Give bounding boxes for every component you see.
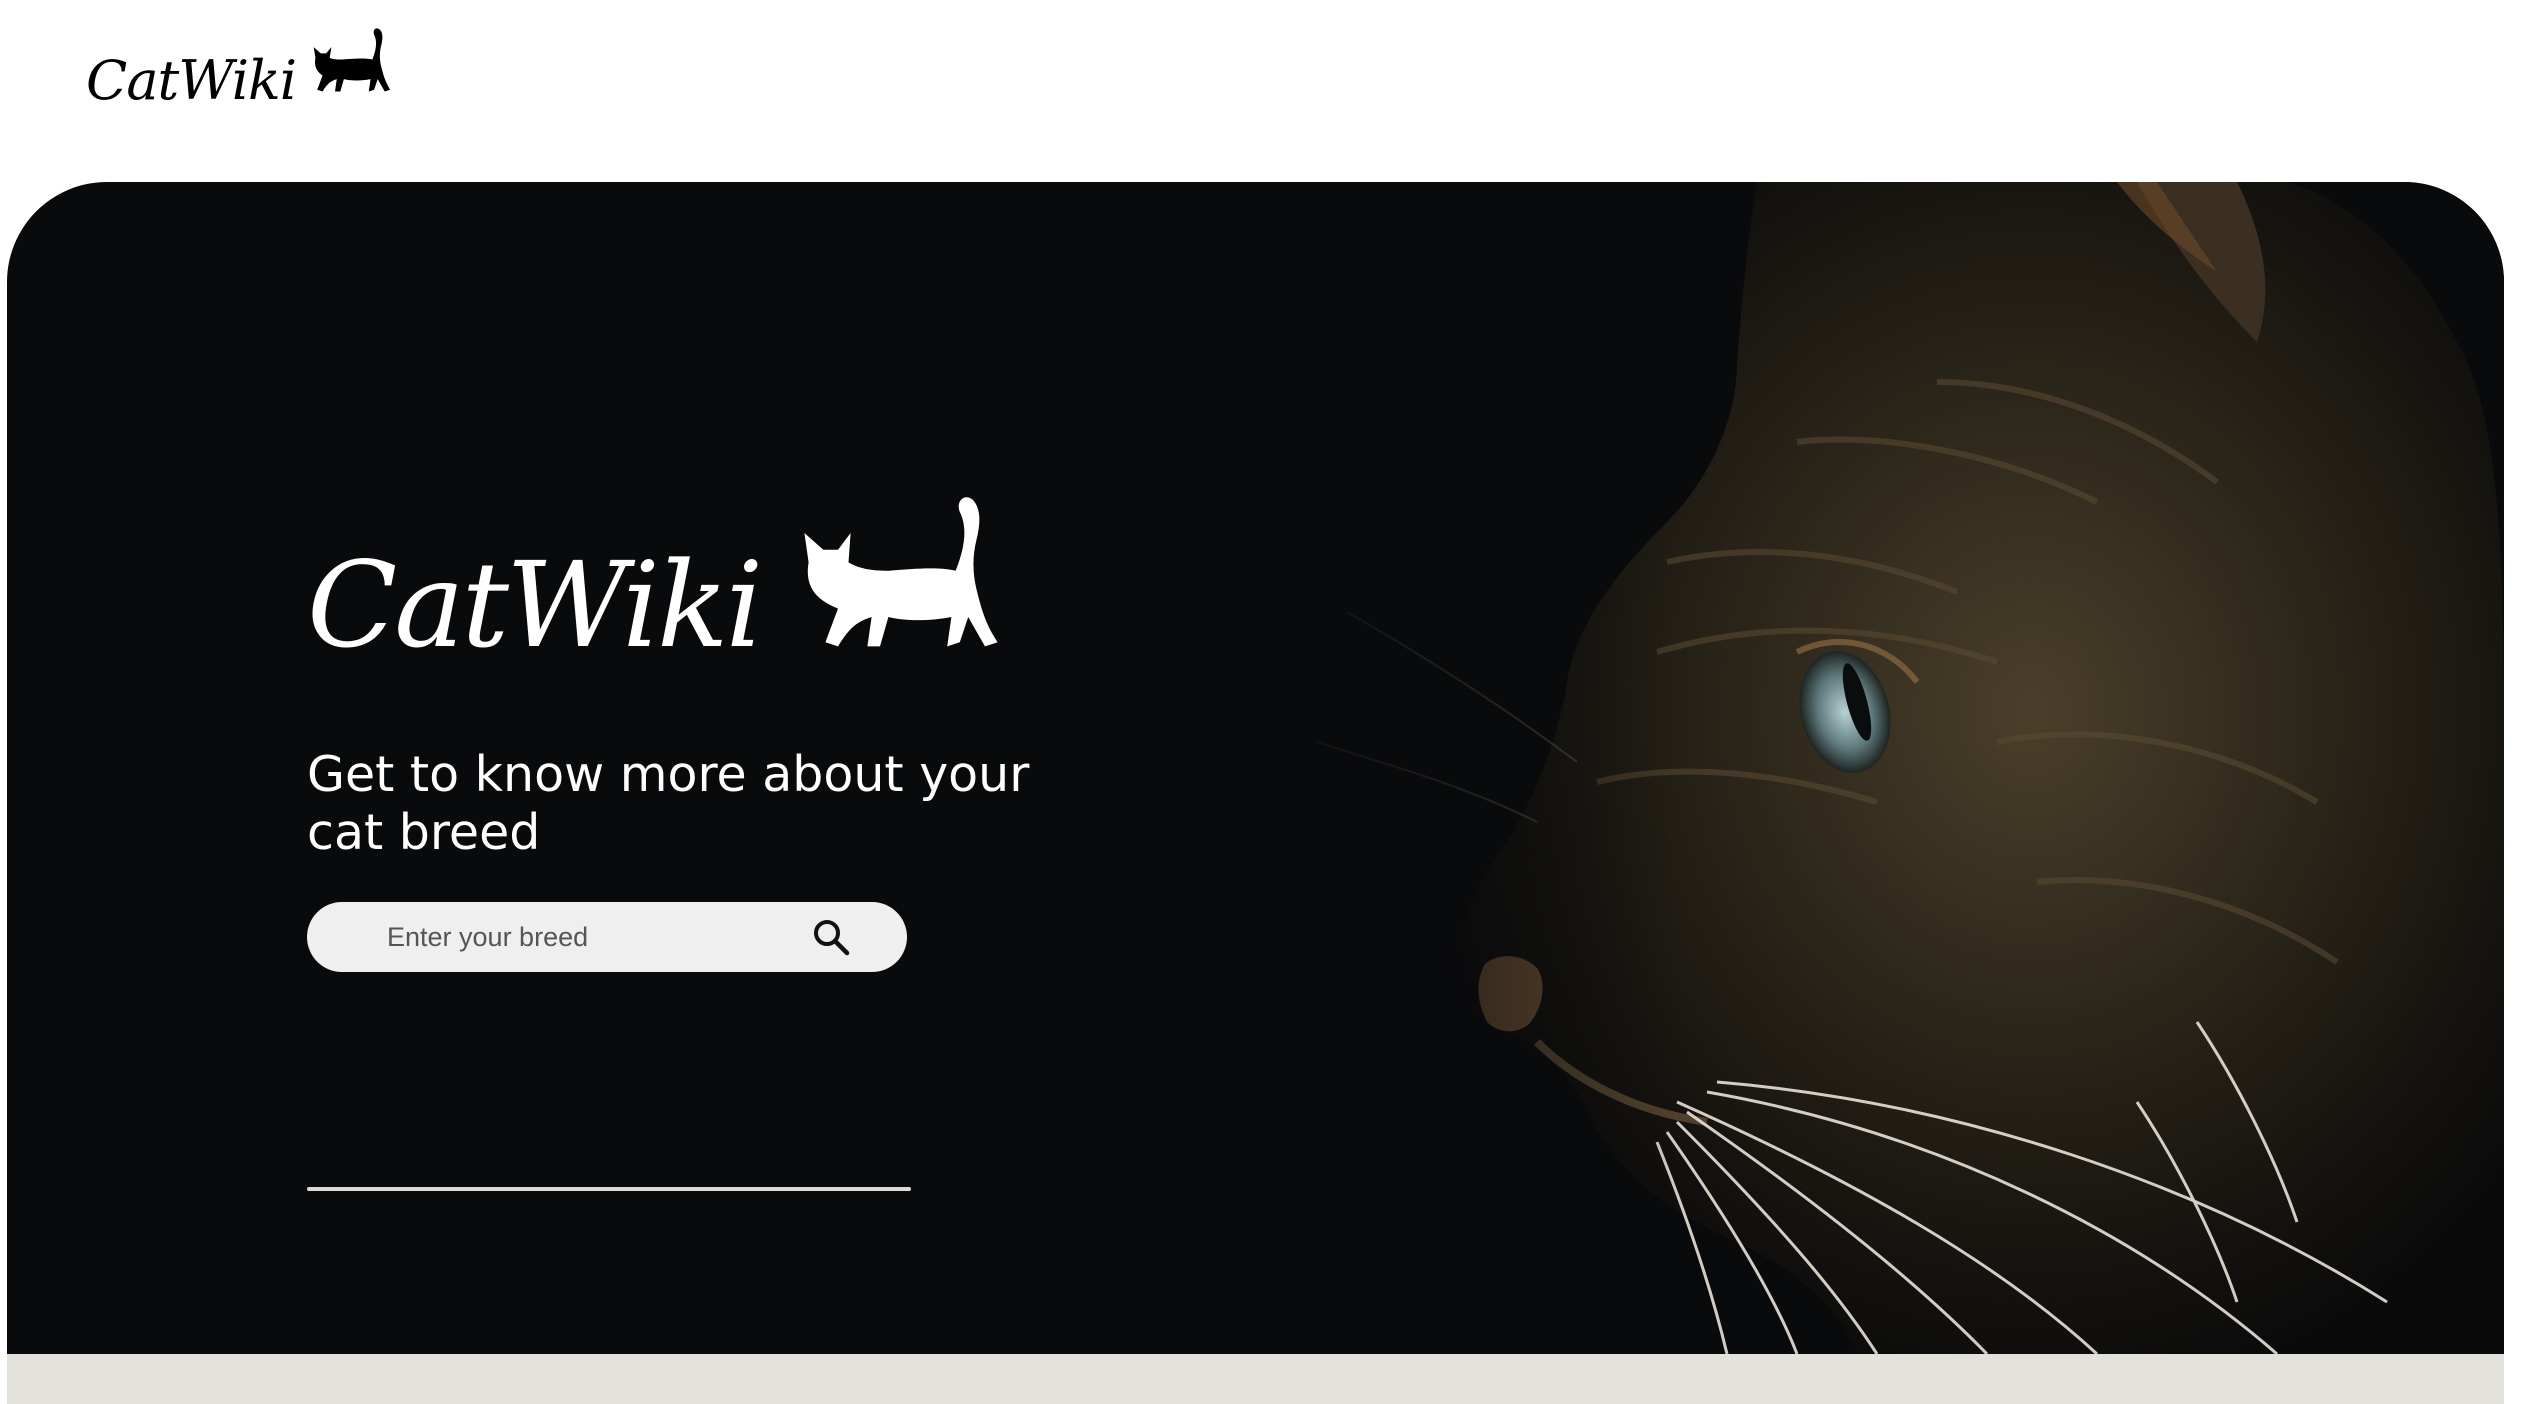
search-icon[interactable] <box>811 917 851 957</box>
hero-logo-text: CatWiki <box>307 536 763 674</box>
hero-section: CatWiki Get to know more about your cat … <box>7 182 2504 1354</box>
search-underline-divider <box>307 1187 911 1191</box>
breed-search-input[interactable] <box>385 920 811 954</box>
breed-search-bar[interactable] <box>307 902 907 972</box>
lower-section-band <box>7 1354 2504 1404</box>
cat-silhouette-icon <box>796 490 1006 664</box>
hero-tagline: Get to know more about your cat breed <box>307 746 1030 861</box>
hero-logo: CatWiki <box>307 490 1006 664</box>
cat-profile-photo <box>1237 182 2504 1354</box>
cat-silhouette-icon <box>306 24 396 108</box>
header-logo[interactable]: CatWiki <box>86 24 396 108</box>
header-logo-text: CatWiki <box>86 49 297 112</box>
